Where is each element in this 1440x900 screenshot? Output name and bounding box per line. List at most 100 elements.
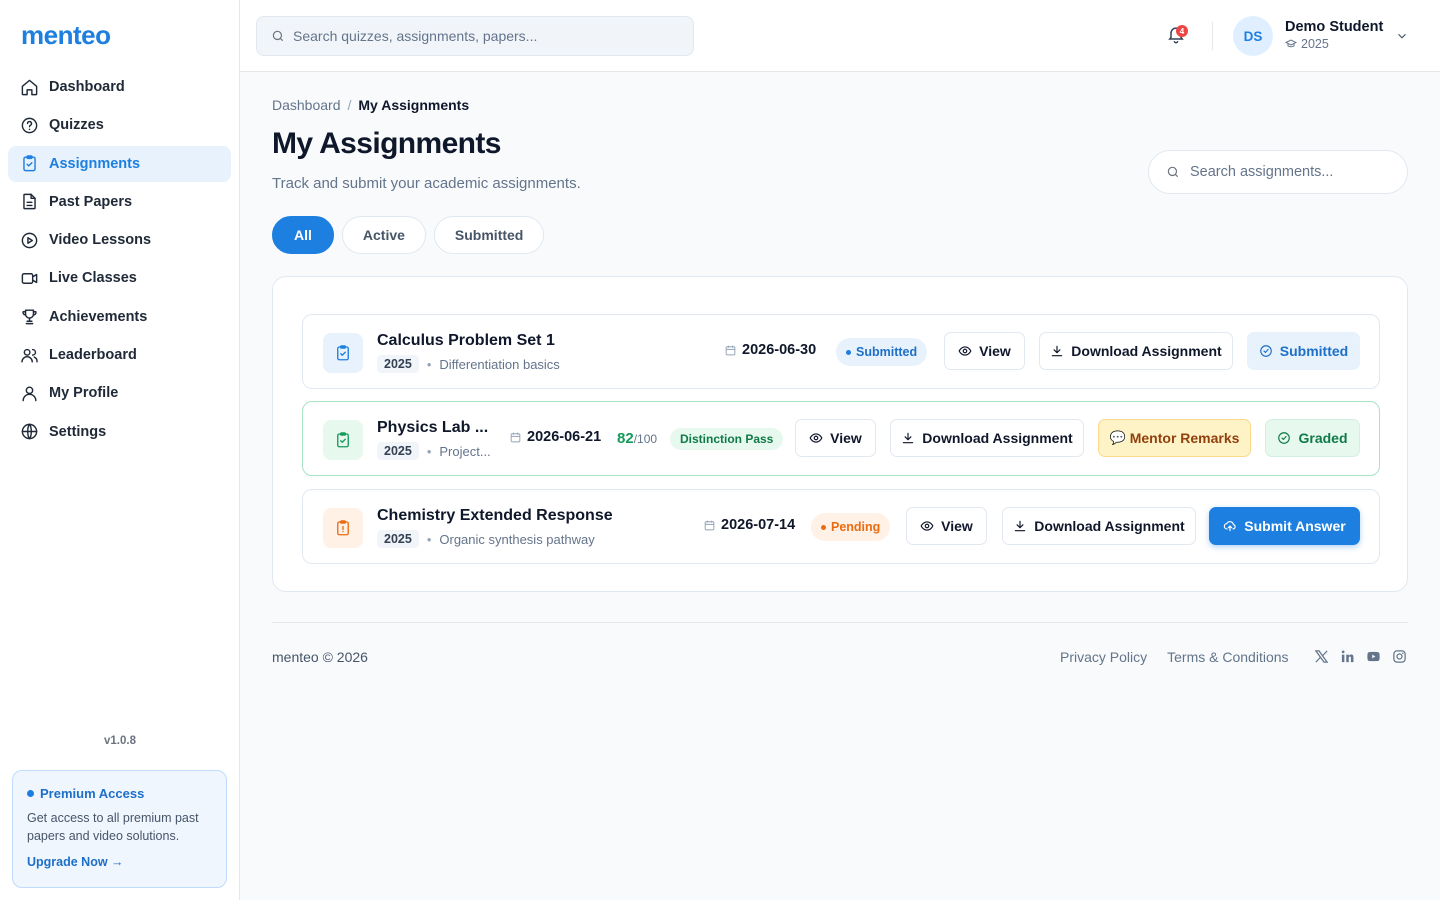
download-assignment-button[interactable]: Download Assignment <box>1039 332 1233 370</box>
notifications-button[interactable]: 4 <box>1166 24 1188 48</box>
view-button[interactable]: View <box>795 419 876 457</box>
view-button-label: View <box>941 518 973 534</box>
assignment-title[interactable]: Calculus Problem Set 1 <box>377 332 697 350</box>
status-text: Submitted <box>856 345 918 359</box>
breadcrumb-separator: / <box>347 97 352 113</box>
download-button-label: Download Assignment <box>1034 518 1185 534</box>
sidebar-item-my-profile[interactable]: My Profile <box>8 375 231 411</box>
trophy-icon <box>22 309 37 325</box>
speech-bubble-icon: 💬 <box>1109 430 1126 445</box>
download-assignment-button[interactable]: Download Assignment <box>1002 507 1196 545</box>
upgrade-now-link[interactable]: Upgrade Now → <box>27 855 212 869</box>
submitted-status-button[interactable]: Submitted <box>1247 332 1360 370</box>
due-date: 2026-06-21 <box>509 429 601 445</box>
assignment-title[interactable]: Chemistry Extended Response <box>377 507 677 525</box>
submitted-button-label: Submitted <box>1279 343 1349 359</box>
view-button[interactable]: View <box>906 507 987 545</box>
assignment-row: Physics Lab ... 2025 • Project... 2026-0… <box>302 401 1380 476</box>
graduation-cap-icon <box>1285 39 1297 48</box>
youtube-link[interactable] <box>1365 648 1381 664</box>
x-link[interactable] <box>1313 648 1329 664</box>
status-text: Pending <box>831 520 881 534</box>
graded-status-button[interactable]: Graded <box>1265 419 1360 457</box>
tab-submitted[interactable]: Submitted <box>433 216 545 254</box>
assignments-search[interactable] <box>1148 150 1408 194</box>
mentor-remarks-button[interactable]: 💬 Mentor Remarks <box>1098 419 1251 457</box>
assignment-topic: Project... <box>439 443 491 459</box>
year-chip: 2025 <box>377 530 419 548</box>
linkedin-link[interactable] <box>1339 648 1355 664</box>
premium-description: Get access to all premium past papers an… <box>27 811 199 843</box>
youtube-icon <box>1366 651 1380 661</box>
tab-all[interactable]: All <box>272 216 334 254</box>
sidebar-item-label: Quizzes <box>49 117 104 134</box>
grade-badge: Distinction Pass <box>670 428 784 450</box>
footer-copyright: menteo © 2026 <box>272 649 368 665</box>
download-assignment-button[interactable]: Download Assignment <box>890 419 1084 457</box>
page-title: My Assignments <box>272 127 501 160</box>
video-camera-icon <box>21 273 38 284</box>
view-button-label: View <box>830 430 862 446</box>
clipboard-check-icon <box>337 432 349 448</box>
sidebar-item-leaderboard[interactable]: Leaderboard <box>8 337 231 373</box>
sidebar-item-label: Past Papers <box>49 193 133 210</box>
sidebar-item-label: Leaderboard <box>49 347 137 364</box>
check-circle-icon <box>1278 432 1291 444</box>
premium-dot-icon <box>27 790 34 797</box>
sidebar-item-achievements[interactable]: Achievements <box>8 299 231 335</box>
sidebar: menteo Dashboard Quizzes Assignments Pas… <box>0 0 240 900</box>
premium-title: Premium Access <box>27 786 212 801</box>
due-date-text: 2026-06-30 <box>742 342 817 358</box>
status-dot-icon <box>846 349 851 355</box>
instagram-link[interactable] <box>1391 648 1407 664</box>
due-date: 2026-07-14 <box>703 517 795 533</box>
eye-icon <box>920 521 934 531</box>
eye-icon <box>958 346 972 356</box>
view-button-label: View <box>979 343 1011 359</box>
premium-card: Premium Access Get access to all premium… <box>12 770 227 888</box>
assignment-title[interactable]: Physics Lab ... <box>377 419 497 437</box>
meta-separator: • <box>426 531 432 547</box>
assignment-meta: 2025 • Differentiation basics <box>377 355 560 373</box>
clipboard-check-icon <box>23 155 36 172</box>
clipboard-icon <box>337 520 349 536</box>
social-links <box>1313 648 1417 664</box>
due-date-text: 2026-07-14 <box>721 517 796 533</box>
sidebar-item-settings[interactable]: Settings <box>8 414 231 450</box>
sidebar-item-video-lessons[interactable]: Video Lessons <box>8 222 231 258</box>
view-button[interactable]: View <box>944 332 1025 370</box>
sidebar-item-assignments[interactable]: Assignments <box>8 145 231 182</box>
top-header: 4 DS Demo Student 2025 <box>240 0 1440 72</box>
sidebar-item-label: Video Lessons <box>49 232 152 249</box>
status-badge: Submitted <box>836 338 928 366</box>
user-menu-toggle[interactable] <box>1395 29 1409 48</box>
premium-title-text: Premium Access <box>40 786 145 801</box>
upload-cloud-icon <box>1224 521 1236 532</box>
assignments-list: Calculus Problem Set 1 2025 • Differenti… <box>272 276 1408 592</box>
search-icon <box>1167 166 1179 178</box>
privacy-policy-link[interactable]: Privacy Policy <box>1060 649 1147 665</box>
footer-divider <box>272 622 1408 623</box>
user-icon <box>22 386 37 402</box>
user-name[interactable]: Demo Student <box>1285 19 1383 35</box>
brand-logo[interactable]: menteo <box>21 20 111 51</box>
breadcrumb-dashboard-link[interactable]: Dashboard <box>272 97 341 113</box>
terms-conditions-link[interactable]: Terms & Conditions <box>1167 649 1288 665</box>
sidebar-item-quizzes[interactable]: Quizzes <box>8 107 231 143</box>
tab-active[interactable]: Active <box>341 216 426 254</box>
assignment-meta: 2025 • Project... <box>377 442 497 460</box>
global-search-input[interactable] <box>293 28 673 44</box>
question-circle-icon <box>21 117 38 134</box>
clipboard-check-icon <box>337 345 349 361</box>
global-search[interactable] <box>256 16 694 56</box>
sidebar-item-past-papers[interactable]: Past Papers <box>8 184 231 220</box>
user-avatar[interactable]: DS <box>1233 16 1273 56</box>
download-icon <box>1052 345 1063 357</box>
assignments-search-input[interactable] <box>1190 164 1390 180</box>
submit-answer-button[interactable]: Submit Answer <box>1209 507 1360 545</box>
sidebar-item-dashboard[interactable]: Dashboard <box>8 69 231 105</box>
sidebar-item-live-classes[interactable]: Live Classes <box>8 260 231 296</box>
filter-tabs: All Active Submitted <box>272 216 552 254</box>
meta-separator: • <box>426 356 432 372</box>
search-icon <box>272 30 284 42</box>
